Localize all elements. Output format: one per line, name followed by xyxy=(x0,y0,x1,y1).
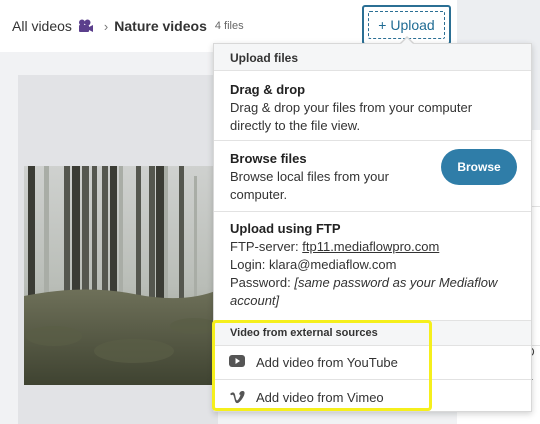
browse-section: Browse files Browse local files from you… xyxy=(214,141,531,212)
vimeo-icon xyxy=(229,390,245,404)
add-vimeo-label: Add video from Vimeo xyxy=(256,389,384,405)
ftp-password-label: Password: xyxy=(230,275,291,290)
dropdown-title: Upload files xyxy=(214,44,531,71)
drag-drop-section: Drag & drop Drag & drop your files from … xyxy=(214,71,531,141)
file-count: 4 files xyxy=(214,20,244,32)
breadcrumb: All videos › Nature videos 4 files xyxy=(12,14,244,38)
forest-image xyxy=(24,166,218,385)
ftp-login-value: klara@mediaflow.com xyxy=(269,257,397,272)
add-vimeo-video[interactable]: Add video from Vimeo xyxy=(214,380,531,414)
ftp-server-row: FTP-server: ftp11.mediaflowpro.com xyxy=(230,238,531,256)
drag-drop-description: Drag & drop your files from your compute… xyxy=(230,100,473,133)
browse-description: Browse local files from your computer. xyxy=(230,169,389,202)
dropdown-pointer-fill xyxy=(400,37,414,45)
add-youtube-video[interactable]: Add video from YouTube xyxy=(214,345,531,379)
upload-dropdown: Upload files Drag & drop Drag & drop you… xyxy=(213,43,532,412)
upload-button-label: + Upload xyxy=(368,11,445,39)
external-sources-title: Video from external sources xyxy=(214,320,531,346)
breadcrumb-current-folder: Nature videos xyxy=(114,18,207,34)
ftp-password-row: Password: [same password as your Mediafl… xyxy=(230,274,531,310)
ftp-server-link[interactable]: ftp11.mediaflowpro.com xyxy=(302,239,439,254)
ftp-title: Upload using FTP xyxy=(230,221,341,236)
ftp-server-label: FTP-server: xyxy=(230,239,299,254)
video-camera-icon xyxy=(78,19,94,33)
add-youtube-label: Add video from YouTube xyxy=(256,354,398,370)
ftp-section: Upload using FTP FTP-server: ftp11.media… xyxy=(214,212,531,320)
breadcrumb-all-videos[interactable]: All videos xyxy=(12,18,72,34)
video-thumbnail[interactable] xyxy=(24,166,218,385)
ftp-login-row: Login: klara@mediaflow.com xyxy=(230,256,531,274)
browse-button[interactable]: Browse xyxy=(441,149,517,185)
drag-drop-title: Drag & drop xyxy=(230,82,306,97)
ftp-login-label: Login: xyxy=(230,257,266,272)
chevron-right-icon: › xyxy=(103,18,109,34)
youtube-icon xyxy=(229,355,245,369)
